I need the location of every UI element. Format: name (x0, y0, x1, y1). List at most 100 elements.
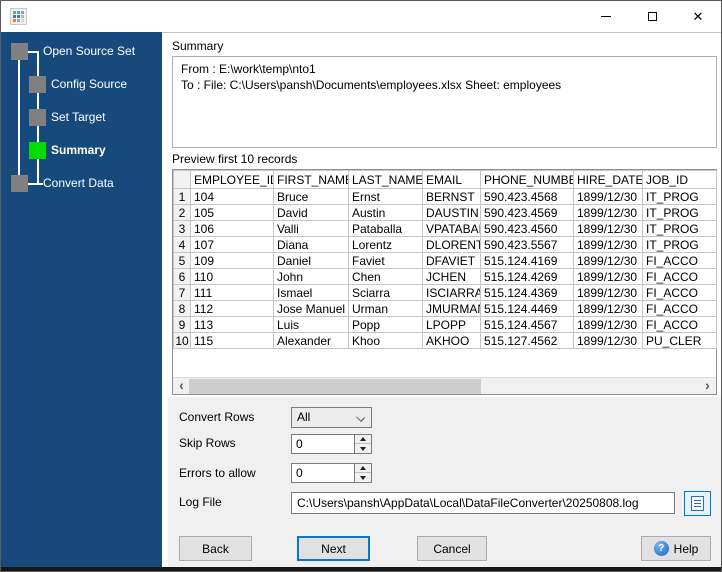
table-cell: DFAVIET (422, 252, 481, 269)
table-cell: 515.124.4469 (480, 300, 574, 317)
errors-up-button[interactable] (355, 464, 371, 473)
table-cell: JMURMAN (422, 300, 481, 317)
wizard-step-convert-data: Convert Data (1, 175, 162, 192)
skip-rows-up-button[interactable] (355, 435, 371, 444)
preview-section-label: Preview first 10 records (172, 152, 298, 166)
table-cell: 1899/12/30 (573, 220, 643, 237)
table-cell: VPATABAL (422, 220, 481, 237)
errors-to-allow-stepper[interactable] (291, 463, 372, 483)
table-cell: 1899/12/30 (573, 300, 643, 317)
table-cell: 515.124.4269 (480, 268, 574, 285)
log-file-browse-button[interactable] (684, 491, 711, 516)
wizard-step-label: Convert Data (43, 176, 114, 190)
summary-from-line: From : E:\work\temp\nto1 (181, 62, 316, 76)
close-icon: ✕ (692, 9, 704, 24)
table-cell: 113 (190, 316, 274, 333)
arrow-up-icon (360, 437, 366, 441)
column-header-hire_date: HIRE_DATE (573, 170, 643, 189)
column-header-first_name: FIRST_NAME (273, 170, 349, 189)
table-cell: 112 (190, 300, 274, 317)
table-cell: 106 (190, 220, 274, 237)
chevron-down-icon (356, 413, 365, 422)
table-cell: 1899/12/30 (573, 188, 643, 205)
wizard-step-label: Set Target (51, 110, 106, 124)
table-row: 10 115 Alexander Khoo AKHOO 515.127.4562 1899/… (173, 332, 717, 349)
help-button-label: Help (673, 541, 699, 556)
table-cell: 1899/12/30 (573, 332, 643, 349)
table-cell: 1899/12/30 (573, 268, 643, 285)
row-number-cell: 9 (173, 316, 191, 333)
errors-down-button[interactable] (355, 473, 371, 482)
column-header-last_name: LAST_NAME (348, 170, 423, 189)
log-file-input[interactable] (291, 492, 675, 514)
title-bar: ✕ (1, 1, 721, 32)
horizontal-scrollbar[interactable]: ‹ › (173, 377, 716, 394)
skip-rows-spin-buttons (354, 435, 371, 453)
table-cell: BERNST (422, 188, 481, 205)
wizard-step-open-source-set: Open Source Set (1, 43, 162, 60)
table-cell: Daniel (273, 252, 349, 269)
table-cell: David (273, 204, 349, 221)
maximize-button[interactable] (629, 1, 675, 32)
row-number-cell: 2 (173, 204, 191, 221)
log-file-label: Log File (179, 495, 222, 509)
table-row: 8 112 Jose Manuel Urman JMURMAN 515.124.4469 1… (173, 300, 717, 317)
table-cell: 590.423.4568 (480, 188, 574, 205)
skip-rows-input[interactable] (292, 435, 353, 453)
scroll-left-arrow[interactable]: ‹ (173, 378, 190, 394)
table-cell: FI_ACCO (642, 316, 717, 333)
table-cell: Jose Manuel (273, 300, 349, 317)
table-cell: Sciarra (348, 284, 423, 301)
table-cell: Lorentz (348, 236, 423, 253)
summary-to-line: To : File: C:\Users\pansh\Documents\empl… (181, 78, 562, 92)
scroll-right-arrow[interactable]: › (699, 378, 716, 394)
table-row: 4107DianaLorentzDLORENTZ590.423.55671899… (173, 236, 717, 253)
column-header-phone_numbe: PHONE_NUMBE (480, 170, 574, 189)
table-cell: 107 (190, 236, 274, 253)
help-button[interactable]: ? Help (641, 536, 711, 561)
close-button[interactable]: ✕ (675, 1, 721, 32)
summary-text-box: From : E:\work\temp\nto1 To : File: C:\U… (172, 56, 717, 148)
arrow-down-icon (360, 446, 366, 451)
table-cell: Popp (348, 316, 423, 333)
column-header-employee_id: EMPLOYEE_ID (190, 170, 274, 189)
cancel-button[interactable]: Cancel (417, 536, 487, 561)
arrow-down-icon (360, 475, 366, 480)
wizard-step-label: Summary (51, 143, 106, 157)
app-window: ✕ Open Source Set Config Source Set Target… (0, 0, 722, 572)
table-cell: FI_ACCO (642, 268, 717, 285)
scrollbar-thumb[interactable] (189, 379, 481, 394)
table-cell: 515.124.4369 (480, 284, 574, 301)
table-row: 2 105 David Austin DAUSTIN 590.423.4569 1899/1… (173, 204, 717, 221)
convert-rows-label: Convert Rows (179, 410, 255, 424)
preview-table-container: EMPLOYEE_ID FIRST_NAME LAST_NAME EMAIL PHONE… (172, 169, 717, 395)
table-row: 1 104 Bruce Ernst BERNST 590.423.4568 1899/12/… (173, 188, 717, 205)
row-number-cell: 3 (173, 220, 191, 237)
table-cell: FI_ACCO (642, 284, 717, 301)
table-cell: Alexander (273, 332, 349, 349)
table-corner-cell (173, 170, 191, 189)
table-cell: ISCIARRA (422, 284, 481, 301)
table-cell: 109 (190, 252, 274, 269)
table-cell: IT_PROG (642, 220, 717, 237)
table-cell: Luis (273, 316, 349, 333)
row-number-cell: 4 (173, 236, 191, 253)
convert-rows-select[interactable]: All (291, 407, 372, 428)
skip-rows-down-button[interactable] (355, 444, 371, 453)
table-cell: IT_PROG (642, 204, 717, 221)
errors-to-allow-input[interactable] (292, 464, 353, 482)
step-square-icon (11, 43, 28, 60)
table-row: 7 111 Ismael Sciarra ISCIARRA 515.124.4369 189… (173, 284, 717, 301)
table-row: 5 109 Daniel Faviet DFAVIET 515.124.4169 1899/… (173, 252, 717, 269)
maximize-icon (647, 12, 657, 21)
table-cell: DLORENTZ (422, 236, 481, 253)
next-button[interactable]: Next (297, 536, 370, 561)
table-cell: Ismael (273, 284, 349, 301)
row-number-cell: 8 (173, 300, 191, 317)
minimize-button[interactable] (583, 1, 629, 32)
wizard-step-config-source: Config Source (1, 76, 162, 93)
wizard-sidebar: Open Source Set Config Source Set Target Su… (1, 32, 162, 569)
step-square-icon (29, 109, 46, 126)
back-button[interactable]: Back (179, 536, 252, 561)
skip-rows-stepper[interactable] (291, 434, 372, 454)
